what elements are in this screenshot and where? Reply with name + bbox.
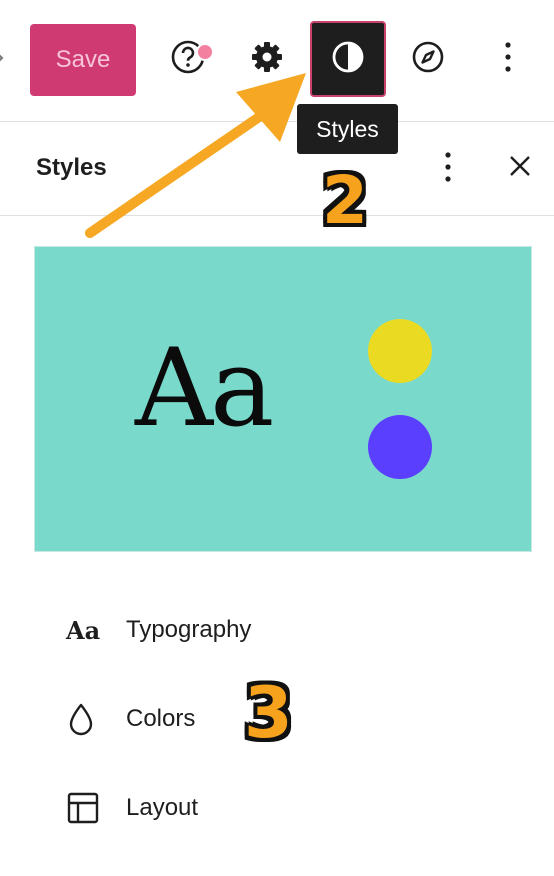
preview-color-dot-secondary bbox=[368, 415, 432, 479]
options-button[interactable] bbox=[472, 22, 544, 96]
styles-panel: Styles Aa Aa Typography Colors Layout bbox=[0, 122, 554, 876]
menu-item-label: Layout bbox=[126, 794, 199, 821]
close-icon bbox=[508, 154, 532, 183]
menu-item-label: Colors bbox=[126, 705, 196, 732]
compass-icon bbox=[410, 39, 446, 80]
menu-item-layout[interactable]: Layout bbox=[60, 778, 520, 838]
layout-icon bbox=[66, 788, 116, 828]
preview-color-dot-primary bbox=[368, 319, 432, 383]
menu-item-label: Typography bbox=[126, 616, 252, 643]
vertical-ellipsis-icon bbox=[503, 39, 513, 80]
preview-sample-text: Aa bbox=[135, 326, 274, 451]
vertical-ellipsis-icon bbox=[443, 149, 453, 190]
typography-icon: Aa bbox=[66, 615, 101, 645]
styles-button[interactable] bbox=[310, 21, 386, 97]
droplet-icon bbox=[66, 699, 116, 739]
save-button[interactable]: Save bbox=[30, 24, 136, 96]
panel-title: Styles bbox=[36, 154, 107, 181]
close-panel-button[interactable] bbox=[500, 148, 540, 188]
browse-button[interactable] bbox=[392, 22, 464, 96]
settings-button[interactable] bbox=[231, 22, 303, 96]
style-preview[interactable]: Aa bbox=[34, 246, 532, 552]
gear-icon bbox=[249, 39, 285, 80]
help-button[interactable] bbox=[152, 22, 224, 96]
menu-item-typography[interactable]: Aa Typography bbox=[60, 600, 520, 660]
step-number-badge: 2 bbox=[322, 162, 368, 239]
half-circle-contrast-icon bbox=[330, 39, 366, 80]
editor-toolbar: Save bbox=[0, 0, 554, 122]
panel-options-button[interactable] bbox=[430, 146, 466, 192]
chevron-right-icon[interactable] bbox=[0, 46, 8, 70]
step-number-badge: 3 bbox=[244, 672, 293, 754]
styles-tooltip: Styles bbox=[297, 104, 398, 154]
notification-dot bbox=[196, 43, 214, 61]
panel-header: Styles bbox=[0, 122, 554, 216]
